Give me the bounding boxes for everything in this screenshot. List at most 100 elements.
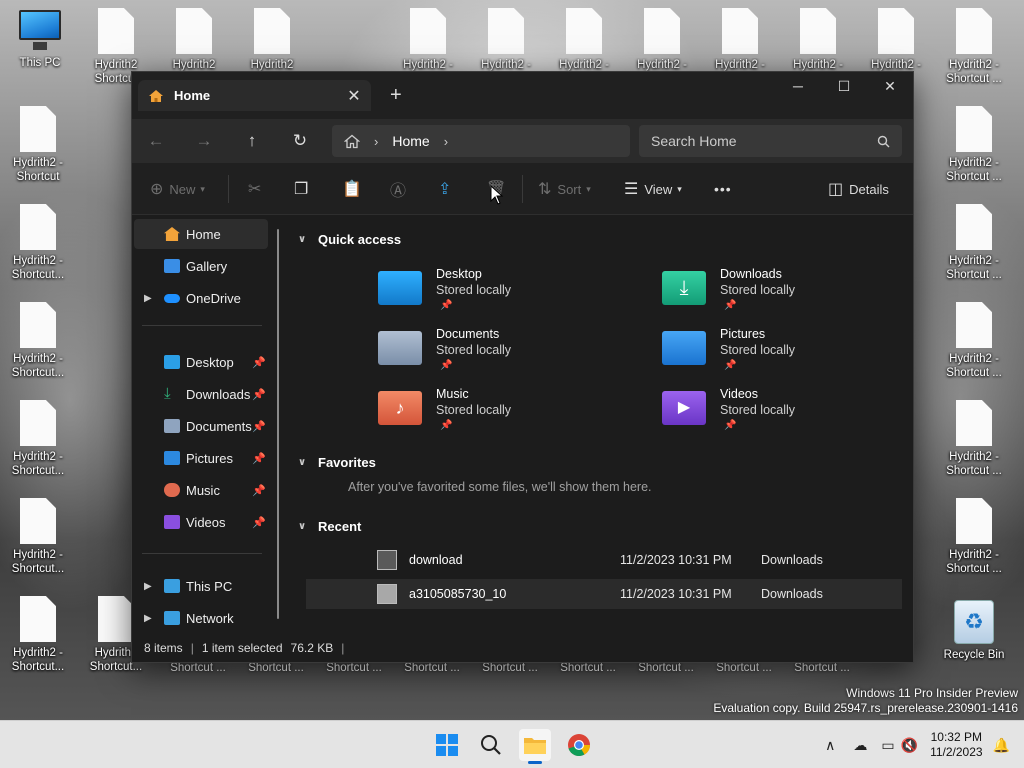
search-input[interactable]: Search Home (639, 125, 902, 157)
desktop-shortcut[interactable]: Hydrith2 - Shortcut... (6, 204, 70, 282)
sidebar-item-music[interactable]: Music 📌 (134, 475, 268, 505)
sidebar-item-this-pc[interactable]: ▶ This PC (134, 571, 268, 601)
desktop-shortcut[interactable]: Hydrith2 - (786, 8, 850, 72)
desktop-shortcut[interactable]: Hydrith2 - Shortcut ... (942, 498, 1006, 576)
pin-icon[interactable]: 📌 (252, 356, 266, 369)
new-button[interactable]: ⊕ New ▾ (150, 163, 205, 215)
sidebar-item-downloads[interactable]: ⤓ Downloads 📌 (134, 379, 268, 409)
navigation-pane-scrollbar[interactable] (277, 229, 279, 619)
sidebar-item-desktop[interactable]: Desktop 📌 (134, 347, 268, 377)
desktop-shortcut[interactable]: Hydrith2 (162, 8, 226, 72)
sidebar-item-network[interactable]: ▶ Network (134, 603, 268, 633)
onedrive-tray-icon[interactable]: ☁ (853, 737, 867, 754)
desktop-icon-this-pc[interactable]: This PC (8, 10, 72, 70)
desktop-shortcut[interactable]: Hydrith2 - Shortcut... (6, 596, 70, 674)
desktop-shortcut[interactable]: Hydrith2 - (474, 8, 538, 72)
folder-subtitle: Stored locally (720, 283, 796, 297)
section-quick-access[interactable]: ∨ Quick access (298, 232, 401, 247)
see-more-button[interactable]: ••• (714, 163, 732, 215)
quick-access-downloads[interactable]: ⤓ Downloads Stored locally 📌 (662, 267, 892, 323)
desktop-shortcut[interactable]: Hydrith2 - Shortcut... (6, 498, 70, 576)
refresh-button[interactable]: ↻ (276, 131, 324, 151)
chevron-down-icon[interactable]: ∨ (298, 234, 306, 245)
status-divider: | (341, 641, 345, 655)
minimize-button[interactable]: ─ (775, 72, 821, 100)
pin-icon[interactable]: 📌 (252, 484, 266, 497)
bell-icon[interactable]: 🔔 (993, 737, 1010, 754)
quick-access-videos[interactable]: ▶ Videos Stored locally 📌 (662, 387, 892, 443)
paste-button[interactable]: 📋 (342, 163, 368, 215)
rename-button[interactable]: Ⓐ (390, 163, 412, 215)
start-button[interactable] (431, 729, 463, 761)
desktop-shortcut[interactable]: Hydrith2 - (552, 8, 616, 72)
sidebar-item-home[interactable]: Home (134, 219, 268, 249)
desktop-shortcut[interactable]: Hydrith2 - Shortcut (6, 106, 70, 184)
quick-access-desktop[interactable]: Desktop Stored locally 📌 (378, 267, 608, 323)
section-recent[interactable]: ∨ Recent (298, 519, 361, 534)
details-button[interactable]: ◫ Details (828, 163, 889, 215)
quick-access-pictures[interactable]: Pictures Stored locally 📌 (662, 327, 892, 383)
sidebar-item-onedrive[interactable]: ▶ OneDrive (134, 283, 268, 313)
pin-icon[interactable]: 📌 (252, 420, 266, 433)
close-button[interactable]: ✕ (867, 72, 913, 100)
volume-muted-icon[interactable]: 🔇 (901, 737, 918, 754)
forward-button[interactable]: → (180, 131, 228, 151)
pin-icon[interactable]: 📌 (252, 452, 266, 465)
selection-size: 76.2 KB (290, 641, 334, 655)
pictures-icon (164, 451, 180, 465)
view-button[interactable]: ☰ View ▾ (624, 163, 682, 215)
search-taskbar-button[interactable] (475, 729, 507, 761)
sidebar-item-documents[interactable]: Documents 📌 (134, 411, 268, 441)
chevron-right-icon[interactable]: › (444, 134, 448, 149)
maximize-button[interactable]: ☐ (821, 72, 867, 100)
sidebar-item-pictures[interactable]: Pictures 📌 (134, 443, 268, 473)
chevron-down-icon[interactable]: ∨ (298, 521, 306, 532)
share-button[interactable]: ⇪ (438, 163, 457, 215)
copy-button[interactable]: ❐ (294, 163, 314, 215)
desktop-shortcut[interactable]: Hydrith2 - Shortcut ... (942, 400, 1006, 478)
cut-button[interactable]: ✂ (248, 163, 267, 215)
quick-access-music[interactable]: ♪ Music Stored locally 📌 (378, 387, 608, 443)
desktop-recycle-bin[interactable]: ♻ Recycle Bin (942, 600, 1006, 662)
desktop-shortcut[interactable]: Hydrith2 - (630, 8, 694, 72)
desktop-shortcut[interactable]: Hydrith2 - Shortcut ... (942, 8, 1006, 86)
desktop-shortcut[interactable]: Hydrith2 - (396, 8, 460, 72)
quick-access-documents[interactable]: Documents Stored locally 📌 (378, 327, 608, 383)
pin-icon[interactable]: 📌 (252, 388, 266, 401)
chrome-taskbar-button[interactable] (563, 729, 595, 761)
new-tab-button[interactable]: + (390, 84, 402, 107)
chevron-up-icon[interactable]: ∧ (825, 737, 835, 754)
up-button[interactable]: ↑ (228, 131, 276, 151)
desktop-shortcut[interactable]: Hydrith2 (240, 8, 304, 72)
pin-icon[interactable]: 📌 (252, 516, 266, 529)
recent-file-row[interactable]: download 11/2/2023 10:31 PM Downloads (306, 545, 902, 575)
desktop-shortcut[interactable]: Hydrith2 - Shortcut ... (942, 302, 1006, 380)
chevron-right-icon[interactable]: ▶ (144, 293, 152, 304)
close-tab-button[interactable]: ✕ (343, 86, 365, 106)
desktop-shortcut[interactable]: Hydrith2 - (708, 8, 772, 72)
desktop-shortcut[interactable]: Hydrith2 - Shortcut ... (942, 204, 1006, 282)
network-tray-icon[interactable]: ▭ (881, 737, 894, 754)
search-icon (481, 735, 501, 755)
sidebar-item-gallery[interactable]: Gallery (134, 251, 268, 281)
file-icon (20, 106, 56, 152)
desktop-shortcut[interactable]: Hydrith2 - Shortcut... (6, 302, 70, 380)
tab-home[interactable]: Home ✕ (138, 80, 371, 111)
sort-button[interactable]: ⇅ Sort ▾ (538, 163, 591, 215)
file-icon (98, 8, 134, 54)
chevron-down-icon[interactable]: ∨ (298, 457, 306, 468)
address-bar[interactable]: › Home › (332, 125, 630, 157)
chevron-right-icon[interactable]: ▶ (144, 613, 152, 624)
file-explorer-taskbar-button[interactable] (519, 729, 551, 764)
chevron-right-icon[interactable]: ▶ (144, 581, 152, 592)
clock[interactable]: 10:32 PM 11/2/2023 (930, 730, 983, 760)
desktop-shortcut[interactable]: Hydrith2 - (864, 8, 928, 72)
active-indicator (528, 761, 542, 764)
sidebar-item-videos[interactable]: Videos 📌 (134, 507, 268, 537)
desktop-shortcut[interactable]: Hydrith2 - Shortcut... (6, 400, 70, 478)
recent-file-row[interactable]: a3105085730_10 11/2/2023 10:31 PM Downlo… (306, 579, 902, 609)
back-button[interactable]: ← (132, 131, 180, 151)
section-favorites[interactable]: ∨ Favorites (298, 455, 376, 470)
desktop-shortcut[interactable]: Hydrith2 - Shortcut ... (942, 106, 1006, 184)
breadcrumb-home[interactable]: Home (392, 133, 429, 149)
